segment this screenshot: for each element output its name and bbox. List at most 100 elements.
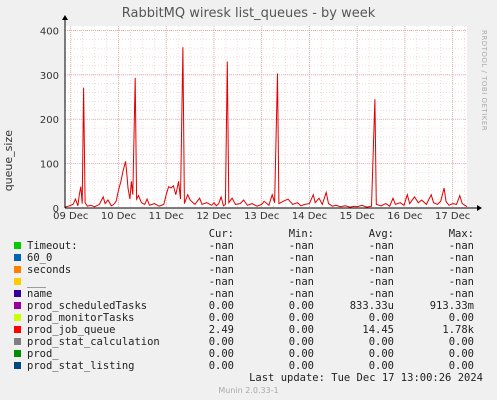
legend-swatch — [14, 278, 21, 285]
chart-svg: 010020030040009 Dec 10 Dec 11 Dec 12 Dec 13 … — [40, 15, 482, 222]
legend-row: prod_monitorTasks 0.00 0.00 0.00 0.00 — [14, 312, 484, 324]
x-tick-label: 11 Dec — [149, 211, 184, 222]
legend-series-name: name — [27, 288, 53, 300]
legend-value-avg: 0.00 — [368, 312, 394, 324]
legend-value-max: 0.00 — [448, 348, 474, 360]
y-tick-label: 300 — [40, 71, 59, 82]
legend-value-max: -nan — [448, 264, 474, 276]
x-tick-label: 12 Dec — [196, 211, 231, 222]
x-axis-arrow — [477, 205, 482, 211]
legend-series-name: 60_0 — [27, 252, 53, 264]
legend-row: name -nan -nan -nan -nan — [14, 288, 484, 300]
legend-series-name: prod_scheduledTasks — [27, 300, 148, 312]
legend-value-max: 913.33m — [429, 300, 474, 312]
legend-value-cur: -nan — [208, 288, 234, 300]
legend-value-avg: 833.33u — [349, 300, 394, 312]
legend-swatch — [14, 302, 21, 309]
legend-value-cur: 0.00 — [208, 348, 234, 360]
legend-value-cur: -nan — [208, 264, 234, 276]
legend-value-cur: 0.00 — [208, 336, 234, 348]
legend-value-min: -nan — [288, 240, 314, 252]
legend-value-cur: -nan — [208, 252, 234, 264]
legend-value-avg: -nan — [368, 288, 394, 300]
legend-value-max: 0.00 — [448, 312, 474, 324]
plot-area — [65, 26, 467, 208]
legend-row: ___ -nan -nan -nan -nan — [14, 276, 484, 288]
legend-value-cur: 0.00 — [208, 312, 234, 324]
legend-row: seconds -nan -nan -nan -nan — [14, 264, 484, 276]
legend-series-name: ___ — [27, 276, 46, 288]
munin-graph: RabbitMQ wiresk list_queues - by week RR… — [0, 0, 497, 400]
legend-value-min: 0.00 — [288, 324, 314, 336]
legend-swatch — [14, 290, 21, 297]
legend-value-avg: -nan — [368, 240, 394, 252]
y-tick-label: 100 — [40, 160, 59, 171]
legend-value-min: -nan — [288, 264, 314, 276]
legend-swatch — [14, 314, 21, 321]
legend-value-min: 0.00 — [288, 300, 314, 312]
legend-header-min: Min: — [288, 228, 314, 240]
legend-series-name: prod_ — [27, 348, 59, 360]
legend-value-avg: 0.00 — [368, 336, 394, 348]
y-axis-arrow — [62, 15, 68, 20]
legend-row: prod_stat_listing 0.00 0.00 0.00 0.00 — [14, 360, 484, 372]
legend-value-cur: -nan — [208, 276, 234, 288]
x-tick-label: 10 Dec — [101, 211, 136, 222]
legend-swatch — [14, 338, 21, 345]
legend-value-max: -nan — [448, 276, 474, 288]
legend-value-max: -nan — [448, 240, 474, 252]
legend-header-cur: Cur: — [208, 228, 234, 240]
x-tick-label: 13 Dec — [244, 211, 279, 222]
legend-row: 60_0 -nan -nan -nan -nan — [14, 252, 484, 264]
x-tick-label: 15 Dec — [340, 211, 375, 222]
legend-swatch — [14, 326, 21, 333]
last-update: Last update: Tue Dec 17 13:00:26 2024 — [249, 372, 483, 384]
legend-value-avg: -nan — [368, 264, 394, 276]
legend-series-name: prod_monitorTasks — [27, 312, 135, 324]
legend-value-max: 0.00 — [448, 360, 474, 372]
legend-value-avg: -nan — [368, 252, 394, 264]
legend-row: prod_stat_calculation 0.00 0.00 0.00 0.00 — [14, 336, 484, 348]
legend-value-avg: 0.00 — [368, 348, 394, 360]
legend-header: Cur: Min: Avg: Max: — [14, 228, 484, 240]
legend-row: prod_scheduledTasks 0.00 0.00 833.33u 913.33… — [14, 300, 484, 312]
munin-version: Munin 2.0.33-1 — [218, 386, 279, 395]
legend-swatch — [14, 362, 21, 369]
legend-value-min: -nan — [288, 288, 314, 300]
legend-series-name: Timeout: — [27, 240, 78, 252]
legend-value-max: 0.00 — [448, 336, 474, 348]
legend-value-avg: -nan — [368, 276, 394, 288]
legend-value-max: -nan — [448, 288, 474, 300]
legend-value-min: 0.00 — [288, 348, 314, 360]
legend-value-max: -nan — [448, 252, 474, 264]
legend: Cur: Min: Avg: Max: Timeout: -nan -nan -nan… — [14, 228, 484, 372]
y-tick-label: 200 — [40, 115, 59, 126]
legend-swatch — [14, 350, 21, 357]
legend-value-min: -nan — [288, 276, 314, 288]
legend-header-avg: Avg: — [368, 228, 394, 240]
legend-swatch — [14, 254, 21, 261]
legend-value-avg: 14.45 — [362, 324, 394, 336]
legend-value-cur: 0.00 — [208, 300, 234, 312]
legend-row: prod_ 0.00 0.00 0.00 0.00 — [14, 348, 484, 360]
legend-value-cur: 0.00 — [208, 360, 234, 372]
legend-series-name: seconds — [27, 264, 72, 276]
legend-series-name: prod_stat_listing — [27, 360, 135, 372]
x-tick-label: 14 Dec — [292, 211, 327, 222]
legend-value-min: -nan — [288, 252, 314, 264]
legend-value-min: 0.00 — [288, 312, 314, 324]
legend-value-cur: -nan — [208, 240, 234, 252]
legend-swatch — [14, 242, 21, 249]
legend-header-max: Max: — [448, 228, 474, 240]
legend-row: Timeout: -nan -nan -nan -nan — [14, 240, 484, 252]
legend-series-name: prod_job_queue — [27, 324, 116, 336]
x-tick-label: 16 Dec — [387, 211, 422, 222]
y-tick-label: 400 — [40, 26, 59, 37]
legend-row: prod_job_queue 2.49 0.00 14.45 1.78k — [14, 324, 484, 336]
x-tick-label: 09 Dec — [53, 211, 88, 222]
legend-value-min: 0.00 — [288, 360, 314, 372]
legend-value-min: 0.00 — [288, 336, 314, 348]
legend-swatch — [14, 266, 21, 273]
legend-rows: Timeout: -nan -nan -nan -nan 60_0 -nan -nan -nan… — [14, 240, 484, 372]
x-tick-label: 17 Dec — [435, 211, 470, 222]
